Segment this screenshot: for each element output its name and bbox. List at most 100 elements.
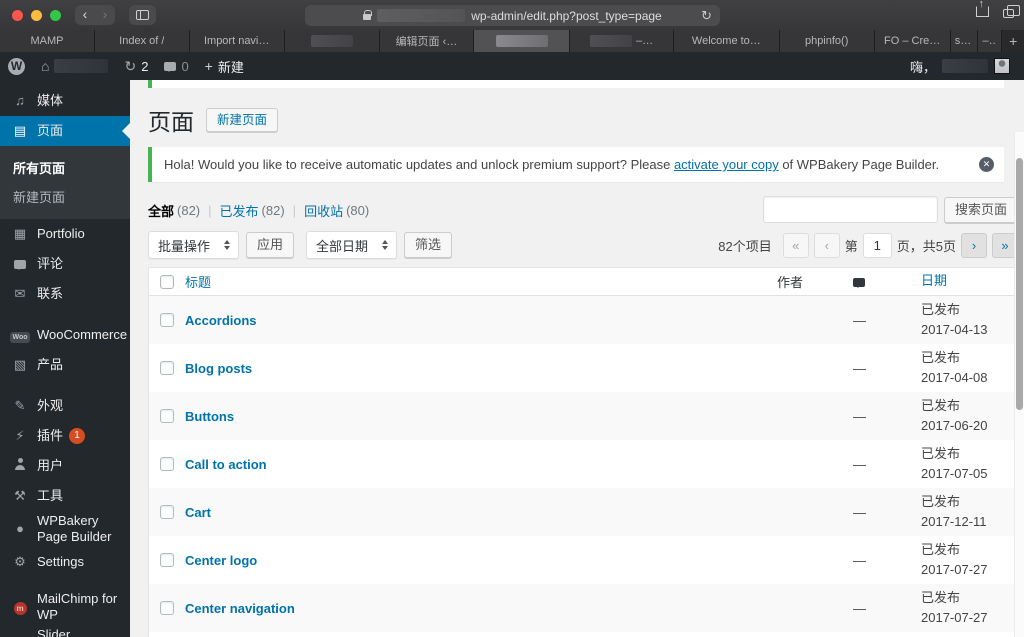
sidebar-item-pages[interactable]: ▤ 页面 <box>0 116 130 146</box>
page-prefix: 第 <box>844 238 858 254</box>
next-page-button[interactable]: › <box>961 232 987 258</box>
sidebar-item-settings[interactable]: ⚙ Settings <box>0 548 130 578</box>
page-title-link[interactable]: Accordions <box>185 313 257 328</box>
select-all-checkbox[interactable] <box>160 274 174 289</box>
page-title-link[interactable]: Cart <box>185 505 211 520</box>
redacted-tab-title <box>495 35 548 47</box>
browser-tab[interactable] <box>284 30 380 52</box>
new-tab-button[interactable]: + <box>1002 30 1024 52</box>
row-checkbox[interactable] <box>160 601 174 615</box>
sidebar-item-tools[interactable]: ⚒ 工具 <box>0 481 130 511</box>
browser-tab[interactable]: sl… <box>950 30 979 52</box>
sidebar-toggle-button[interactable] <box>129 5 156 25</box>
sidebar-item-plugins[interactable]: ⚡ 插件 1 <box>0 421 130 451</box>
sidebar-item-slider-revolution[interactable]: ↻Slider Revolution <box>0 625 130 637</box>
forward-button[interactable]: › <box>95 5 115 25</box>
browser-tab[interactable]: 编辑页面 ‹… <box>379 30 475 52</box>
view-filter-all[interactable]: 全部 <box>148 201 174 220</box>
media-icon: ♫ <box>15 92 25 108</box>
browser-tab[interactable]: Import navi… <box>189 30 285 52</box>
site-menu[interactable]: ⌂ <box>33 52 116 80</box>
address-bar[interactable]: wp-admin/edit.php?post_type=page ↻ <box>305 5 720 26</box>
browser-tab[interactable]: FO – Cre… <box>874 30 951 52</box>
submenu-item[interactable]: 新建页面 <box>0 182 130 211</box>
sidebar-item-wpbakery[interactable]: ● WPBakery Page Builder <box>0 511 130 548</box>
sidebar-item-contact[interactable]: ✉ 联系 <box>0 279 130 309</box>
view-separator: | <box>208 203 212 218</box>
page-title-link[interactable]: Buttons <box>185 409 234 424</box>
page-title-link[interactable]: Blog posts <box>185 361 252 376</box>
share-icon[interactable] <box>976 0 989 17</box>
tab-label: sl… <box>954 35 974 47</box>
date-text: 2017-04-13 <box>921 322 988 337</box>
sidebar-item-users[interactable]: 用户 <box>0 451 130 481</box>
comments-menu[interactable]: 0 <box>156 52 196 80</box>
page-title-link[interactable]: Center navigation <box>185 601 295 616</box>
sidebar-icon <box>136 10 149 20</box>
reload-icon[interactable]: ↻ <box>701 5 712 26</box>
page-title-link[interactable]: Center logo <box>185 553 257 568</box>
dismiss-notice-icon[interactable]: ✕ <box>979 156 994 172</box>
window-controls <box>12 9 61 21</box>
sort-date-column[interactable]: 日期 <box>921 273 947 288</box>
my-account-menu[interactable]: 嗨， <box>910 57 1010 76</box>
browser-tab[interactable]: –… <box>978 30 1003 52</box>
updates-menu[interactable]: ↻ 2 <box>116 52 156 80</box>
zoom-window-button[interactable] <box>50 9 61 21</box>
page-title-link[interactable]: Call to action <box>185 457 267 472</box>
tab-overview-icon[interactable] <box>1003 5 1020 18</box>
status-text: 已发布 <box>921 589 961 605</box>
row-checkbox[interactable] <box>160 553 174 567</box>
bulk-actions-select[interactable]: 批量操作 <box>148 231 240 259</box>
browser-tab[interactable] <box>474 30 571 52</box>
activate-copy-link[interactable]: activate your copy <box>674 157 779 172</box>
minimize-window-button[interactable] <box>31 9 42 21</box>
tab-label: –… <box>982 35 997 47</box>
search-input[interactable] <box>762 196 938 223</box>
row-checkbox[interactable] <box>160 409 174 423</box>
sidebar-item-products[interactable]: ▧ 产品 <box>0 350 130 380</box>
page-title: 页面 <box>148 109 194 135</box>
row-checkbox[interactable] <box>160 505 174 519</box>
sidebar-item-comments[interactable]: 评论 <box>0 249 130 279</box>
filter-button[interactable]: 筛选 <box>404 232 453 258</box>
sidebar-item-mailchimp[interactable]: m MailChimp for WP <box>0 589 130 626</box>
browser-tab[interactable]: MAMP <box>0 30 95 52</box>
activation-notice: Hola! Would you like to receive automati… <box>148 147 1004 182</box>
row-checkbox[interactable] <box>160 457 174 471</box>
view-filter-published[interactable]: 已发布 <box>220 201 259 220</box>
view-filter-trash[interactable]: 回收站 <box>304 201 343 220</box>
sidebar-item-label: 页面 <box>37 122 64 138</box>
sidebar-item-portfolio[interactable]: ▦ Portfolio <box>0 219 130 249</box>
submenu-item[interactable]: 所有页面 <box>0 153 130 182</box>
wp-logo-menu[interactable]: W <box>0 52 33 80</box>
scrollbar-thumb[interactable] <box>1016 158 1023 410</box>
close-window-button[interactable] <box>12 9 23 21</box>
browser-tab[interactable]: Index of / <box>94 30 190 52</box>
row-checkbox[interactable] <box>160 361 174 375</box>
date-cell: 已发布 2017-06-20 <box>921 396 1017 436</box>
wordpress-logo-icon: W <box>8 57 25 75</box>
select-arrows-icon <box>224 237 231 253</box>
apply-button[interactable]: 应用 <box>246 232 295 258</box>
back-button[interactable]: ‹ <box>75 5 95 25</box>
new-content-menu[interactable]: + 新建 <box>197 52 252 80</box>
sidebar-item-woocommerce[interactable]: Woo WooCommerce <box>0 320 130 350</box>
sidebar-item-label: WooCommerce <box>37 326 128 342</box>
sidebar-item-media[interactable]: ♫ 媒体 <box>0 86 130 116</box>
browser-tab[interactable]: Welcome to… <box>674 30 780 52</box>
date-filter-select[interactable]: 全部日期 <box>306 231 398 259</box>
page-scrollbar[interactable] <box>1014 132 1024 637</box>
date-cell: 已发布 2017-12-11 <box>921 492 1017 532</box>
table-row: Checkout—已发布2017-12-11 <box>149 632 1017 637</box>
current-page-input[interactable] <box>862 232 892 258</box>
sort-title-column[interactable]: 标题 <box>185 275 211 290</box>
browser-tab[interactable]: phpinfo() <box>779 30 875 52</box>
sidebar-item-label: WPBakery Page Builder <box>37 513 112 545</box>
search-pages-button[interactable]: 搜索页面 <box>943 196 1018 223</box>
row-checkbox[interactable] <box>160 313 174 327</box>
sidebar-item-appearance[interactable]: ✎ 外观 <box>0 391 130 421</box>
add-new-page-button[interactable]: 新建页面 <box>206 108 279 132</box>
browser-tab[interactable]: –… <box>570 30 674 52</box>
wp-admin-menu: ♫ 媒体 ▤ 页面所有页面 新建页面 ▦ Portfolio 评论 ✉ 联系 Woo WooComme… <box>0 80 130 637</box>
